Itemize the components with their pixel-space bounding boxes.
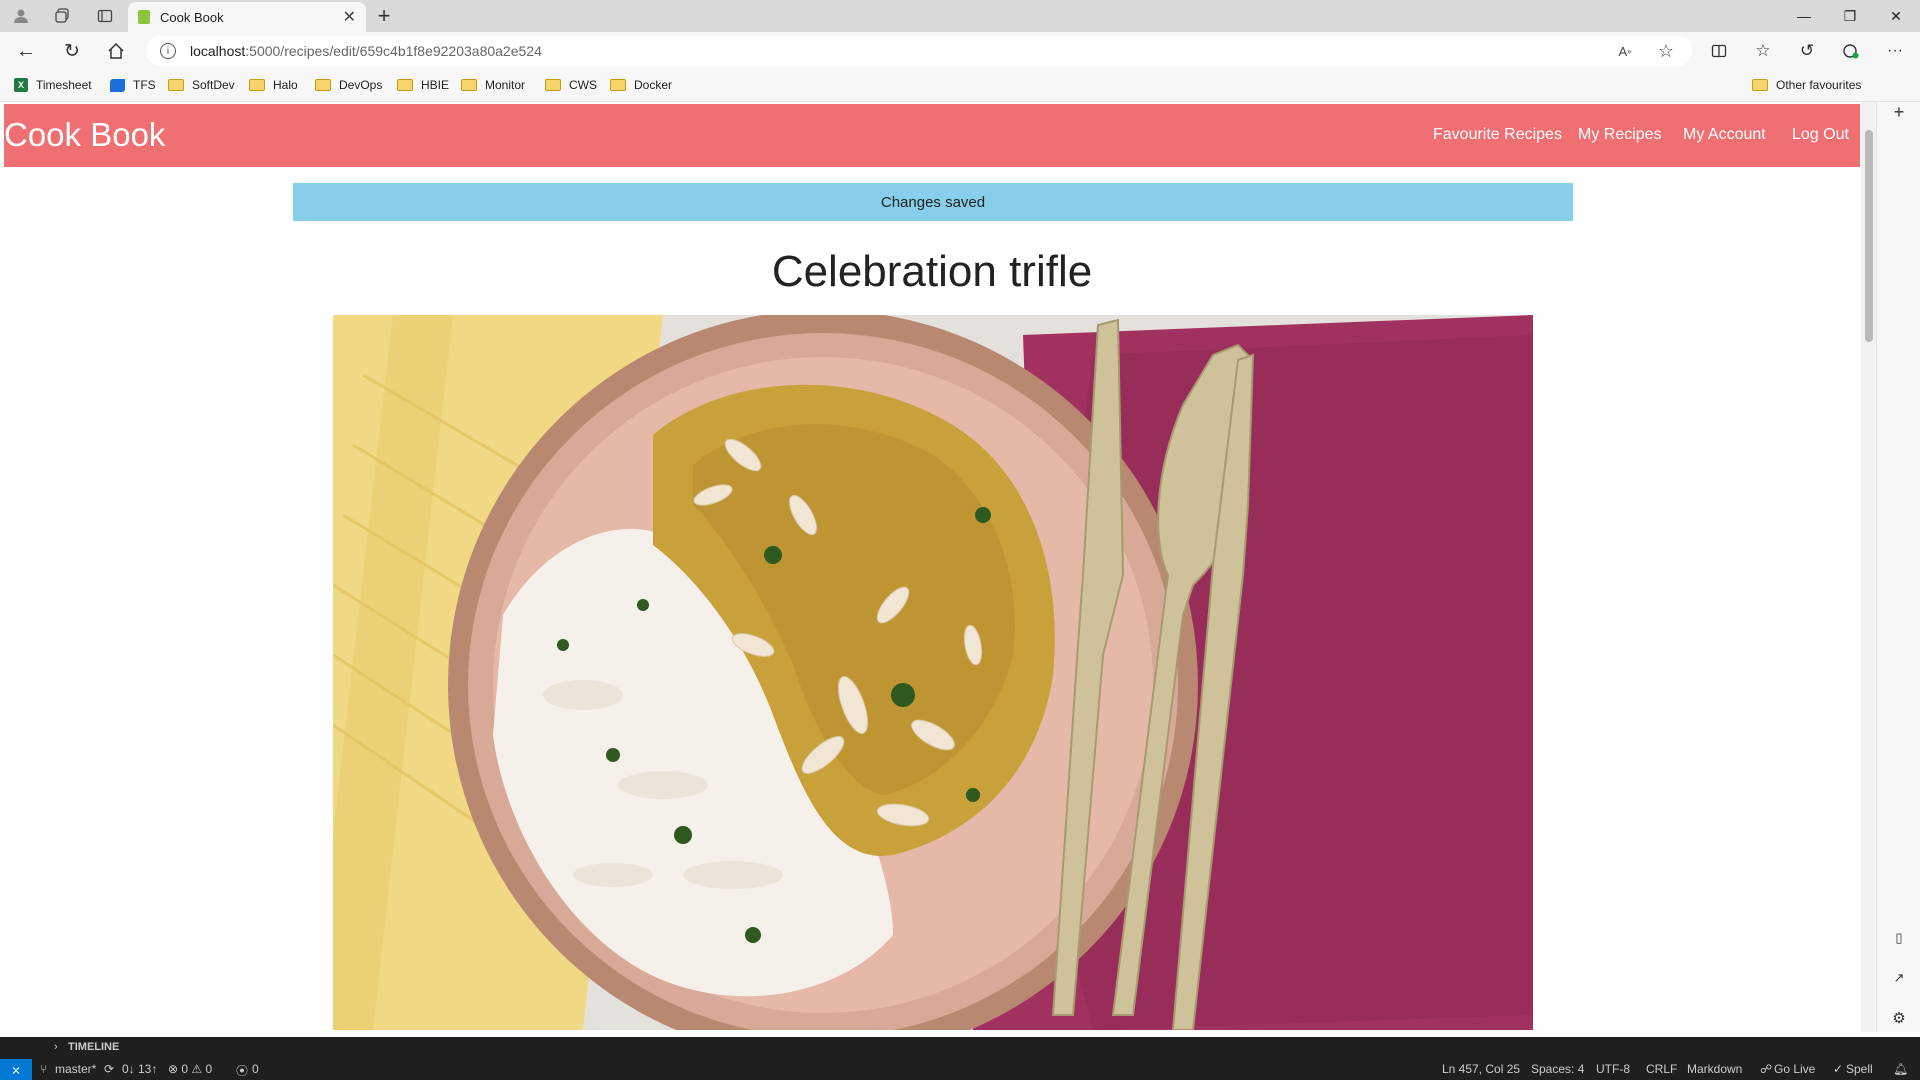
bookmark-tfs[interactable]: TFS xyxy=(110,78,156,92)
folder-icon xyxy=(315,79,331,91)
bookmark-monitor[interactable]: Monitor xyxy=(461,78,525,92)
refresh-icon[interactable]: ↻ xyxy=(60,39,84,63)
file-encoding[interactable]: UTF-8 xyxy=(1596,1062,1630,1076)
info-icon[interactable]: i xyxy=(160,43,176,59)
favorites-icon[interactable]: ☆ xyxy=(1752,40,1774,62)
bookmark-label: Halo xyxy=(273,78,298,92)
go-live-button[interactable]: Go Live xyxy=(1774,1062,1815,1076)
bookmark-label: Monitor xyxy=(485,78,526,92)
bookmark-label: Other favourites xyxy=(1776,78,1862,92)
brand-link[interactable]: Cook Book xyxy=(4,116,165,154)
profile-icon[interactable] xyxy=(8,6,34,26)
go-live-icon: ☍ xyxy=(1760,1062,1773,1076)
bookmark-label: Timesheet xyxy=(36,78,92,92)
bookmark-docker[interactable]: Docker xyxy=(610,78,672,92)
folder-icon xyxy=(545,79,561,91)
cursor-position[interactable]: Ln 457, Col 25 xyxy=(1442,1062,1520,1076)
bookmark-label: DevOps xyxy=(339,78,383,92)
bookmark-label: HBIE xyxy=(421,78,450,92)
changes-saved-alert: Changes saved xyxy=(293,183,1573,221)
open-external-icon[interactable]: ↗ xyxy=(1889,968,1909,988)
bookmarks-bar: X Timesheet TFS SoftDev Halo DevOps HBIE … xyxy=(0,70,1920,102)
read-aloud-icon[interactable]: A» xyxy=(1614,41,1636,61)
nav-favourite-recipes[interactable]: Favourite Recipes xyxy=(1433,126,1562,144)
bookmark-softdev[interactable]: SoftDev xyxy=(168,78,235,92)
bookmark-timesheet[interactable]: X Timesheet xyxy=(14,78,92,92)
ports-icon: ⦿ xyxy=(236,1064,249,1078)
bookmark-halo[interactable]: Halo xyxy=(249,78,298,92)
browser-toolbar: ← ↻ i localhost:5000/recipes/edit/659c4b… xyxy=(0,32,1920,70)
home-icon[interactable] xyxy=(104,39,128,63)
vscode-timeline-header[interactable]: › TIMELINE xyxy=(0,1037,1920,1059)
chevron-right-icon: › xyxy=(54,1041,58,1053)
scrollbar-thumb[interactable] xyxy=(1865,130,1873,342)
notifications-bell-icon[interactable]: 🔔︎ xyxy=(1893,1062,1908,1076)
close-window-icon[interactable]: ✕ xyxy=(1874,0,1918,32)
bookmark-other-favourites[interactable]: Other favourites xyxy=(1752,78,1861,92)
nav-log-out[interactable]: Log Out xyxy=(1792,126,1849,144)
folder-icon xyxy=(610,79,626,91)
split-screen-icon[interactable] xyxy=(1708,40,1730,62)
back-icon[interactable]: ← xyxy=(14,39,38,63)
web-page: Cook Book Favourite Recipes My Recipes M… xyxy=(0,102,1876,1032)
bookmark-label: CWS xyxy=(569,78,597,92)
address-bar[interactable]: i localhost:5000/recipes/edit/659c4b1f8e… xyxy=(146,36,1692,66)
folder-icon xyxy=(397,79,413,91)
nav-my-recipes[interactable]: My Recipes xyxy=(1578,126,1662,144)
ports-count[interactable]: 0 xyxy=(252,1062,259,1076)
add-sidebar-icon[interactable]: + xyxy=(1889,102,1909,122)
nav-my-account[interactable]: My Account xyxy=(1683,126,1766,144)
end-of-line[interactable]: CRLF xyxy=(1646,1062,1677,1076)
minimize-icon[interactable]: — xyxy=(1782,0,1826,32)
folder-icon xyxy=(249,79,265,91)
browser-tab-bar: Cook Book ✕ + — ❐ ✕ xyxy=(0,0,1920,32)
vscode-status-bar: ⨯ ⑂ master* ⟳ 0↓ 13↑ ⊗ 0 ⚠ 0 ⦿ 0 Ln 457,… xyxy=(0,1059,1920,1080)
problems-indicator[interactable]: ⊗ 0 ⚠ 0 xyxy=(168,1062,212,1076)
excel-icon: X xyxy=(14,78,28,92)
url-host: localhost xyxy=(190,43,246,59)
folder-icon xyxy=(461,79,477,91)
bookmark-label: SoftDev xyxy=(192,78,235,92)
url-path: :5000/recipes/edit/659c4b1f8e92203a80a2e… xyxy=(245,43,542,59)
spell-check-button[interactable]: Spell xyxy=(1846,1062,1873,1076)
add-tab-icon[interactable]: + xyxy=(372,3,396,28)
sidebar-panel-icon[interactable]: ▯ xyxy=(1889,928,1909,948)
recipe-title: Celebration trifle xyxy=(771,247,1093,296)
git-sync[interactable]: 0↓ 13↑ xyxy=(122,1062,157,1076)
tab-title: Cook Book xyxy=(160,9,224,25)
bookmark-hbie[interactable]: HBIE xyxy=(397,78,449,92)
bookmark-cws[interactable]: CWS xyxy=(545,78,597,92)
indentation[interactable]: Spaces: 4 xyxy=(1531,1062,1584,1076)
timeline-label: TIMELINE xyxy=(68,1041,120,1053)
git-branch[interactable]: master* xyxy=(55,1062,96,1076)
browser-sidebar: + ▯ ↗ ⚙ xyxy=(1876,102,1920,1032)
settings-gear-icon[interactable]: ⚙ xyxy=(1889,1008,1909,1028)
close-tab-icon[interactable]: ✕ xyxy=(343,7,356,27)
browser-tab[interactable]: Cook Book ✕ xyxy=(128,2,366,32)
cookbook-favicon-icon xyxy=(138,10,150,24)
workspaces-icon[interactable] xyxy=(50,6,76,26)
git-branch-icon: ⑂ xyxy=(40,1062,48,1076)
bookmark-devops[interactable]: DevOps xyxy=(315,78,382,92)
history-icon[interactable]: ↺ xyxy=(1796,40,1818,62)
folder-icon xyxy=(1752,79,1768,91)
tfs-icon xyxy=(110,78,125,92)
restore-icon[interactable]: ❐ xyxy=(1828,0,1872,32)
folder-icon xyxy=(168,79,184,91)
extensions-icon[interactable] xyxy=(1840,40,1862,62)
remote-indicator-icon[interactable]: ⨯ xyxy=(0,1059,32,1080)
favorite-star-icon[interactable]: ☆ xyxy=(1655,40,1677,62)
app-navbar: Cook Book Favourite Recipes My Recipes M… xyxy=(4,104,1860,167)
spell-check-icon: ✓ xyxy=(1833,1062,1844,1076)
more-icon[interactable]: ··· xyxy=(1884,40,1906,62)
git-sync-icon: ⟳ xyxy=(104,1062,115,1076)
recipe-photo xyxy=(333,315,1533,1030)
page-scrollbar[interactable] xyxy=(1861,102,1876,1032)
tab-actions-icon[interactable] xyxy=(92,6,118,26)
bookmark-label: TFS xyxy=(133,78,156,92)
language-mode[interactable]: Markdown xyxy=(1687,1062,1742,1076)
bookmark-label: Docker xyxy=(634,78,673,92)
